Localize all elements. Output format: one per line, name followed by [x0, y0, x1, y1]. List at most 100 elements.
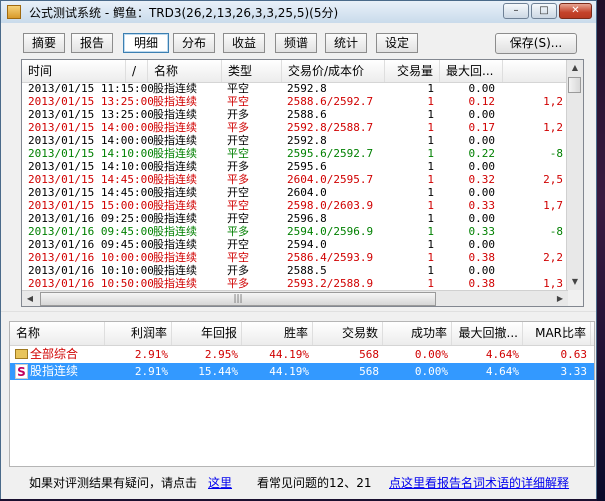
- trade-max-drawdown: 0.32: [468, 173, 496, 186]
- maximize-button[interactable]: □: [531, 3, 557, 19]
- summary-row-all[interactable]: 全部综合 2.91% 2.95% 44.19% 568 0.00% 4.64% …: [10, 346, 594, 363]
- save-button[interactable]: 保存(S)...: [495, 33, 577, 54]
- trade-name: 股指连续: [153, 134, 197, 147]
- trade-max-drawdown: 0.00: [468, 108, 496, 121]
- col-qty[interactable]: 交易量: [385, 60, 440, 82]
- trade-name: 股指连续: [153, 173, 197, 186]
- trade-name: 股指连续: [153, 264, 197, 277]
- vertical-scroll-thumb[interactable]: [568, 77, 581, 93]
- folder-icon: [15, 349, 28, 359]
- tab-statistics[interactable]: 统计: [325, 33, 367, 53]
- trade-type: 平多: [227, 121, 249, 134]
- footer: 如果对评测结果有疑问，请点击 这里 看常见问题的12、21 点这里看报告名词术语…: [1, 469, 596, 499]
- trade-max-drawdown: 0.00: [468, 264, 496, 277]
- vertical-scrollbar[interactable]: ▲ ▼: [566, 60, 583, 290]
- sum-col-mar[interactable]: MAR比率: [523, 322, 591, 345]
- trade-name: 股指连续: [153, 251, 197, 264]
- trade-row[interactable]: 2013/01/15 14:45:00 股指连续 平多 2604.0/2595.7 1 0…: [22, 173, 568, 186]
- trade-max-drawdown: 0.17: [468, 121, 496, 134]
- trade-row[interactable]: 2013/01/16 10:50:00 股指连续 平多 2593.2/2588.9 1 0…: [22, 277, 568, 290]
- scroll-up-arrow[interactable]: ▲: [567, 60, 583, 76]
- sum-col-profit[interactable]: 利润率: [105, 322, 172, 345]
- summary-row-name: 股指连续: [30, 364, 79, 378]
- trade-row[interactable]: 2013/01/16 09:25:00 股指连续 开空 2596.8 1 0.00: [22, 212, 568, 225]
- faq-link[interactable]: 这里: [208, 474, 232, 491]
- sum-col-name[interactable]: 名称: [10, 322, 105, 345]
- trade-qty: 1: [427, 251, 434, 264]
- col-price[interactable]: 交易价/成本价: [282, 60, 385, 82]
- tab-summary[interactable]: 摘要: [23, 33, 65, 53]
- trade-row[interactable]: 2013/01/16 10:00:00 股指连续 平空 2586.4/2593.9 1 0…: [22, 251, 568, 264]
- tab-distribution[interactable]: 分布: [173, 33, 215, 53]
- sum-col-max-drawdown[interactable]: 最大回撤...: [452, 322, 523, 345]
- close-button[interactable]: ✕: [559, 3, 592, 19]
- trade-max-drawdown: 0.00: [468, 82, 496, 95]
- footer-middle: 看常见问题的12、21: [257, 476, 372, 490]
- trade-time: 2013/01/15 13:25:00: [28, 108, 154, 121]
- trade-name: 股指连续: [153, 212, 197, 225]
- footer-prefix: 如果对评测结果有疑问，请点击: [29, 476, 198, 490]
- col-sort[interactable]: /: [126, 60, 148, 82]
- trade-price: 2594.0/2596.9: [287, 225, 374, 238]
- col-extra[interactable]: [503, 60, 568, 82]
- tab-spectrum[interactable]: 频谱: [275, 33, 317, 53]
- trade-row[interactable]: 2013/01/15 11:15:00 股指连续 平空 2592.8 1 0.00: [22, 82, 568, 95]
- tab-detail[interactable]: 明细: [123, 33, 169, 53]
- tab-profit[interactable]: 收益: [223, 33, 265, 53]
- trade-row[interactable]: 2013/01/16 10:10:00 股指连续 开多 2588.5 1 0.00: [22, 264, 568, 277]
- trade-row[interactable]: 2013/01/15 14:10:00 股指连续 平空 2595.6/2592.7 1 0…: [22, 147, 568, 160]
- summary-win: 44.19%: [269, 348, 309, 361]
- tab-report[interactable]: 报告: [71, 33, 113, 53]
- trade-row[interactable]: 2013/01/15 13:25:00 股指连续 平空 2588.6/2592.7 1 0…: [22, 95, 568, 108]
- trade-type: 平多: [227, 173, 249, 186]
- col-type[interactable]: 类型: [222, 60, 282, 82]
- trade-qty: 1: [427, 147, 434, 160]
- sum-col-win[interactable]: 胜率: [242, 322, 313, 345]
- trade-extra: 1,7: [543, 199, 563, 212]
- trade-row[interactable]: 2013/01/15 14:00:00 股指连续 平多 2592.8/2588.7 1 0…: [22, 121, 568, 134]
- trade-row[interactable]: 2013/01/15 13:25:00 股指连续 开多 2588.6 1 0.00: [22, 108, 568, 121]
- glossary-link[interactable]: 点这里看报告名词术语的详细解释: [389, 474, 569, 491]
- horizontal-scrollbar[interactable]: ◀ ||| ▶: [22, 290, 568, 306]
- trade-extra: -8: [549, 147, 563, 160]
- trade-price: 2596.8: [287, 212, 327, 225]
- horizontal-scroll-thumb[interactable]: |||: [40, 292, 436, 306]
- tab-settings[interactable]: 设定: [376, 33, 418, 53]
- title-bar[interactable]: 公式测试系统 - 鳄鱼：TRD3(26,2,13,26,3,3,25,5)(5分…: [1, 1, 596, 23]
- trade-time: 2013/01/16 09:45:00: [28, 238, 154, 251]
- scroll-down-arrow[interactable]: ▼: [567, 274, 583, 290]
- trade-table-header: 时间 / 名称 类型 交易价/成本价 交易量 最大回...: [22, 60, 568, 83]
- trade-row[interactable]: 2013/01/16 09:45:00 股指连续 平多 2594.0/2596.9 1 0…: [22, 225, 568, 238]
- trade-price: 2604.0: [287, 186, 327, 199]
- trade-price: 2586.4/2593.9: [287, 251, 374, 264]
- trade-row[interactable]: 2013/01/16 09:45:00 股指连续 开空 2594.0 1 0.00: [22, 238, 568, 251]
- sum-col-annual[interactable]: 年回报: [172, 322, 242, 345]
- summary-table: 名称 利润率 年回报 胜率 交易数 成功率 最大回撤... MAR比率 全部综合…: [9, 321, 595, 467]
- col-max-drawdown[interactable]: 最大回...: [440, 60, 503, 82]
- trade-max-drawdown: 0.00: [468, 134, 496, 147]
- trade-type: 平多: [227, 225, 249, 238]
- summary-mar: 3.33: [560, 365, 588, 378]
- trade-time: 2013/01/15 14:10:00: [28, 147, 154, 160]
- trade-row[interactable]: 2013/01/15 15:00:00 股指连续 平空 2598.0/2603.9 1 0…: [22, 199, 568, 212]
- summary-win: 44.19%: [269, 365, 309, 378]
- col-time[interactable]: 时间: [22, 60, 126, 82]
- trade-type: 平多: [227, 277, 249, 290]
- summary-row-selected[interactable]: S 股指连续 2.91% 15.44% 44.19% 568 0.00% 4.6…: [10, 363, 594, 380]
- trade-price: 2588.6: [287, 108, 327, 121]
- trade-row[interactable]: 2013/01/15 14:00:00 股指连续 开空 2592.8 1 0.00: [22, 134, 568, 147]
- trade-qty: 1: [427, 121, 434, 134]
- trade-extra: 1,2: [543, 95, 563, 108]
- sum-col-success[interactable]: 成功率: [383, 322, 452, 345]
- trade-price: 2588.6/2592.7: [287, 95, 374, 108]
- summary-row-name: 全部综合: [30, 347, 79, 361]
- scroll-right-arrow[interactable]: ▶: [552, 291, 568, 306]
- trade-row[interactable]: 2013/01/15 14:45:00 股指连续 开空 2604.0 1 0.00: [22, 186, 568, 199]
- trade-qty: 1: [427, 186, 434, 199]
- minimize-button[interactable]: –: [503, 3, 529, 19]
- scroll-left-arrow[interactable]: ◀: [22, 291, 38, 306]
- sum-col-trades[interactable]: 交易数: [313, 322, 383, 345]
- trade-row[interactable]: 2013/01/15 14:10:00 股指连续 开多 2595.6 1 0.00: [22, 160, 568, 173]
- col-name[interactable]: 名称: [148, 60, 222, 82]
- trade-price: 2604.0/2595.7: [287, 173, 374, 186]
